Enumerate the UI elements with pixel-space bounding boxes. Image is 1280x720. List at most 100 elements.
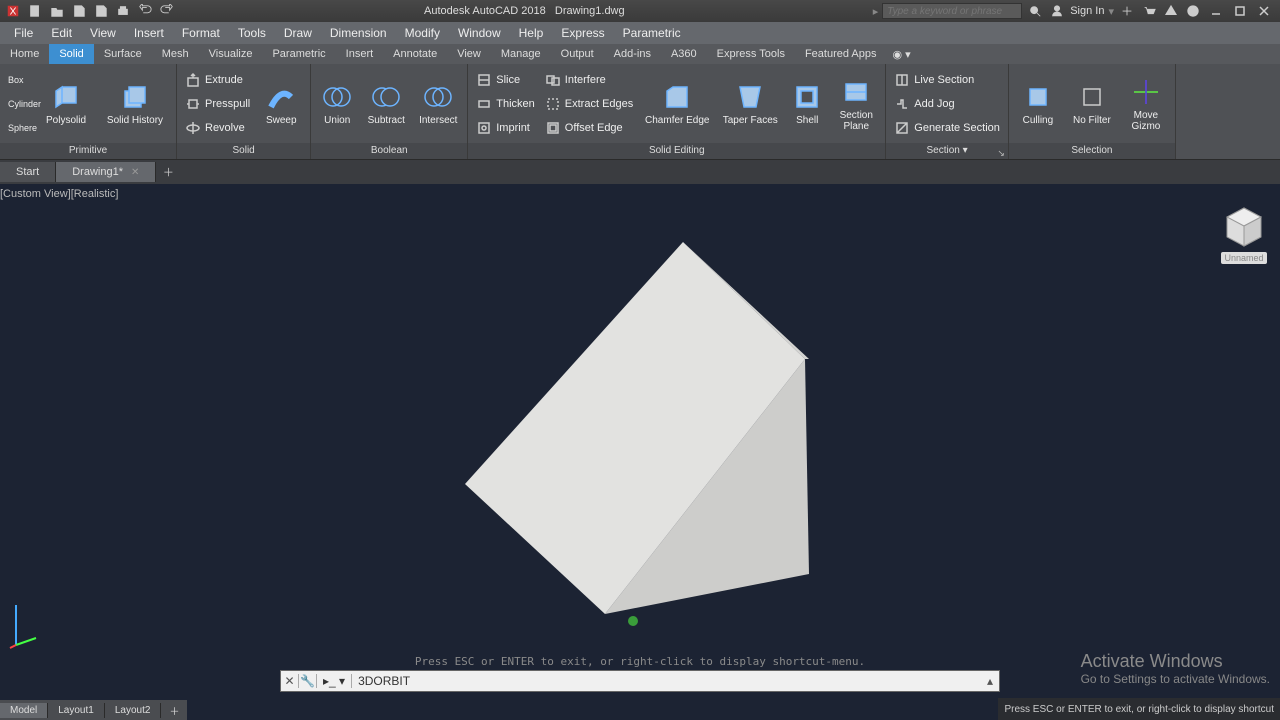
nofilter-button[interactable]: No Filter [1065, 67, 1119, 141]
ws-tab-home[interactable]: Home [0, 44, 49, 64]
ws-tab-mesh[interactable]: Mesh [152, 44, 199, 64]
layout-add-button[interactable]: ＋ [161, 701, 187, 720]
app-menu-icon[interactable] [4, 2, 22, 20]
menu-view[interactable]: View [82, 24, 124, 42]
plot-icon[interactable] [114, 2, 132, 20]
presspull-button[interactable]: Presspull [181, 92, 254, 116]
offset-button[interactable]: Offset Edge [541, 116, 637, 140]
new-icon[interactable] [26, 2, 44, 20]
menu-parametric[interactable]: Parametric [615, 24, 689, 42]
menu-draw[interactable]: Draw [276, 24, 320, 42]
generatesection-button[interactable]: Generate Section [890, 116, 1004, 140]
chamfer-button[interactable]: Chamfer Edge [639, 67, 715, 141]
doc-tab-start[interactable]: Start [0, 162, 56, 182]
culling-button[interactable]: Culling [1013, 67, 1063, 141]
redo-icon[interactable] [158, 2, 176, 20]
panel-section-title[interactable]: Section ▾↘ [886, 143, 1008, 159]
ws-tab-a360[interactable]: A360 [661, 44, 707, 64]
ws-tab-solid[interactable]: Solid [49, 44, 93, 64]
panel-primitive-title[interactable]: Primitive [0, 143, 176, 159]
interfere-button[interactable]: Interfere [541, 68, 637, 92]
ws-tab-featured[interactable]: Featured Apps [795, 44, 887, 64]
sphere-button[interactable]: Sphere [4, 116, 34, 140]
close-button[interactable] [1254, 3, 1274, 19]
ws-tab-output[interactable]: Output [551, 44, 604, 64]
gizmo-button[interactable]: Move Gizmo [1121, 67, 1171, 141]
sectionplane-button[interactable]: Section Plane [831, 67, 881, 141]
signin-label[interactable]: Sign In [1070, 5, 1104, 17]
shell-button[interactable]: Shell [785, 67, 829, 141]
solidhistory-button[interactable]: Solid History [98, 67, 172, 141]
view-label[interactable]: [Custom View][Realistic] [0, 188, 118, 200]
search-icon[interactable] [1026, 2, 1044, 20]
saveas-icon[interactable] [92, 2, 110, 20]
ws-tab-express[interactable]: Express Tools [707, 44, 795, 64]
solid-3d-object[interactable] [455, 234, 815, 634]
ws-tab-annotate[interactable]: Annotate [383, 44, 447, 64]
menu-dimension[interactable]: Dimension [322, 24, 395, 42]
menu-file[interactable]: File [6, 24, 41, 42]
addjog-button[interactable]: Add Jog [890, 92, 1004, 116]
view-cube[interactable]: Unnamed [1214, 204, 1274, 274]
command-line[interactable]: ✕ 🔧 ▸_ ▾ 3DORBIT ▴ [280, 670, 1000, 692]
ws-tab-surface[interactable]: Surface [94, 44, 152, 64]
cart-icon[interactable] [1140, 2, 1158, 20]
union-button[interactable]: Union [315, 67, 359, 141]
menu-tools[interactable]: Tools [230, 24, 274, 42]
layout-tab-layout1[interactable]: Layout1 [48, 703, 105, 718]
layout-tab-layout2[interactable]: Layout2 [105, 703, 162, 718]
exchange-icon[interactable] [1118, 2, 1136, 20]
command-close-icon[interactable]: ✕ [281, 674, 299, 688]
ws-tab-parametric[interactable]: Parametric [262, 44, 335, 64]
menu-express[interactable]: Express [553, 24, 612, 42]
command-config-icon[interactable]: 🔧 [299, 674, 317, 688]
panel-selection-title[interactable]: Selection [1009, 143, 1175, 159]
viewcube-label[interactable]: Unnamed [1221, 252, 1266, 264]
maximize-button[interactable] [1230, 3, 1250, 19]
slice-button[interactable]: Slice [472, 68, 539, 92]
box-button[interactable]: Box [4, 68, 34, 92]
a360-icon[interactable] [1162, 2, 1180, 20]
user-icon[interactable] [1048, 2, 1066, 20]
ws-tab-manage[interactable]: Manage [491, 44, 551, 64]
command-text[interactable]: 3DORBIT [352, 674, 981, 688]
menu-format[interactable]: Format [174, 24, 228, 42]
save-icon[interactable] [70, 2, 88, 20]
imprint-button[interactable]: Imprint [472, 116, 539, 140]
revolve-button[interactable]: Revolve [181, 116, 254, 140]
extrude-button[interactable]: Extrude [181, 68, 254, 92]
subtract-button[interactable]: Subtract [361, 67, 411, 141]
menu-insert[interactable]: Insert [126, 24, 172, 42]
menu-help[interactable]: Help [511, 24, 552, 42]
intersect-button[interactable]: Intersect [413, 67, 463, 141]
undo-icon[interactable] [136, 2, 154, 20]
panel-boolean-title[interactable]: Boolean [311, 143, 467, 159]
panel-editing-title[interactable]: Solid Editing [468, 143, 885, 159]
polysolid-button[interactable]: Polysolid [36, 67, 96, 141]
extract-button[interactable]: Extract Edges [541, 92, 637, 116]
ribbon-visibility-icon[interactable]: ◉ ▾ [893, 48, 911, 61]
help-icon[interactable]: ? [1184, 2, 1202, 20]
open-icon[interactable] [48, 2, 66, 20]
minimize-button[interactable] [1206, 3, 1226, 19]
sweep-button[interactable]: Sweep [256, 67, 306, 141]
menu-modify[interactable]: Modify [397, 24, 448, 42]
thicken-button[interactable]: Thicken [472, 92, 539, 116]
ws-tab-addins[interactable]: Add-ins [604, 44, 661, 64]
viewport[interactable]: [Custom View][Realistic] Unnamed [0, 184, 1280, 670]
menu-window[interactable]: Window [450, 24, 509, 42]
panel-expand-icon[interactable]: ↘ [997, 145, 1005, 161]
panel-solid-title[interactable]: Solid [177, 143, 310, 159]
ws-tab-visualize[interactable]: Visualize [199, 44, 263, 64]
doc-tab-drawing1[interactable]: Drawing1*✕ [56, 162, 156, 182]
livesection-button[interactable]: Live Section [890, 68, 1004, 92]
close-tab-icon[interactable]: ✕ [131, 167, 139, 178]
ws-tab-insert[interactable]: Insert [336, 44, 384, 64]
add-tab-button[interactable]: ＋ [156, 164, 180, 180]
search-input[interactable] [882, 3, 1022, 19]
ws-tab-view[interactable]: View [447, 44, 491, 64]
menu-edit[interactable]: Edit [43, 24, 80, 42]
command-history-icon[interactable]: ▴ [981, 674, 999, 688]
cylinder-button[interactable]: Cylinder [4, 92, 34, 116]
taper-button[interactable]: Taper Faces [717, 67, 783, 141]
